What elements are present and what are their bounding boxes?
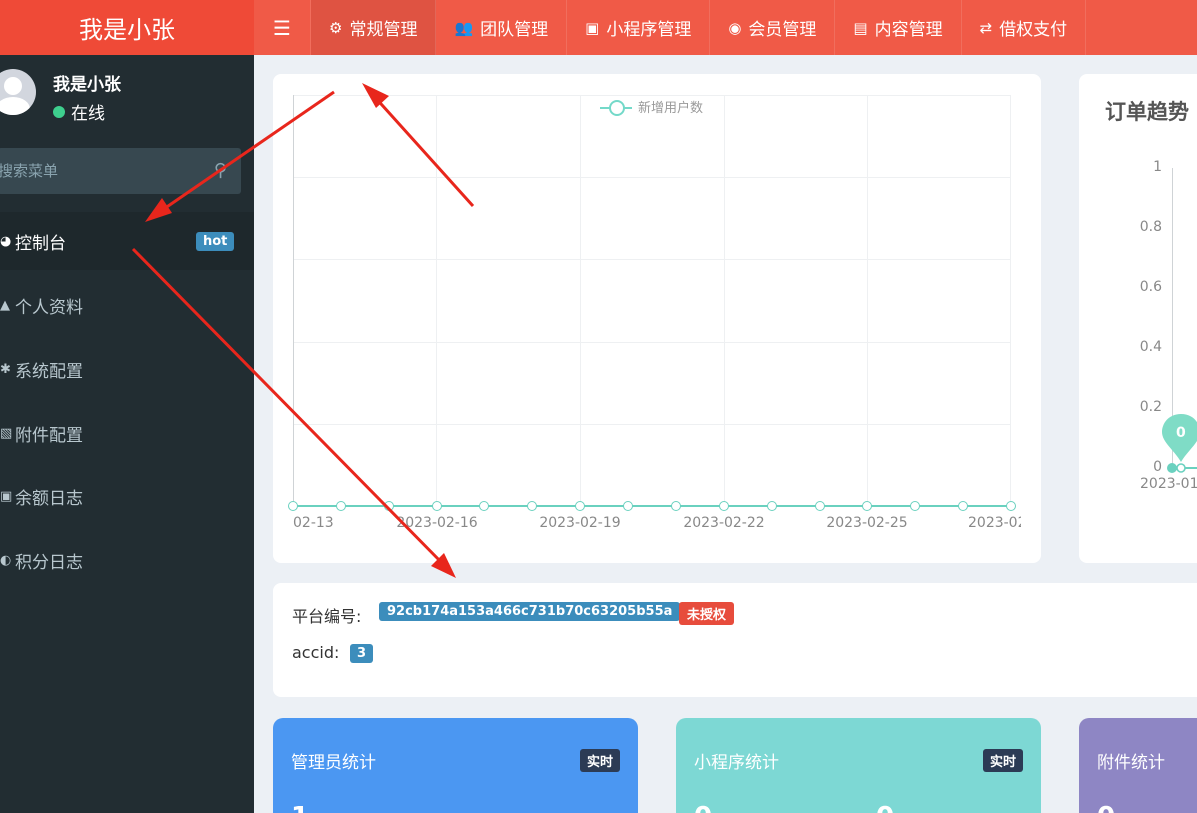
arrow-to-nav [371,93,475,208]
annotation-arrows [131,83,475,578]
arrow-to-platform-info [131,247,447,568]
arrow-to-dashboard [157,90,335,215]
arrow-head [145,198,172,222]
arrow-head [362,83,389,108]
